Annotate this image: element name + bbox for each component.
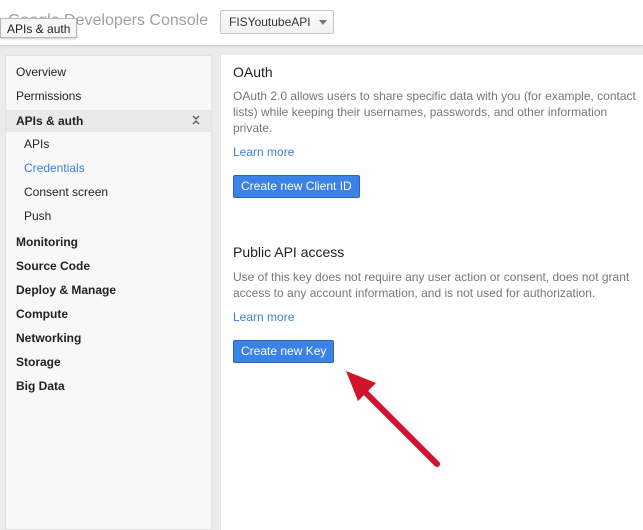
sidebar-item-label: Source Code [16, 259, 91, 273]
top-header: Google Developers Console APIs & auth FI… [0, 0, 643, 46]
sidebar-item-overview[interactable]: Overview [6, 61, 211, 83]
sidebar-item-storage[interactable]: Storage [6, 351, 211, 373]
oauth-learn-more-link[interactable]: Learn more [233, 145, 294, 159]
chevron-down-icon [319, 20, 327, 25]
create-client-id-button[interactable]: Create new Client ID [233, 175, 360, 198]
oauth-description: OAuth 2.0 allows users to share specific… [233, 89, 636, 135]
sidebar-item-label: Credentials [24, 161, 85, 175]
sidebar-item-label: Deploy & Manage [16, 283, 117, 297]
sidebar-item-push[interactable]: Push [6, 205, 211, 227]
sidebar-item-label: Compute [16, 307, 68, 321]
sidebar-item-label: APIs [24, 137, 50, 151]
sidebar-item-label: APIs & auth [16, 114, 84, 128]
project-selector[interactable]: FISYoutubeAPI [220, 10, 334, 34]
sidebar-item-label: Storage [16, 355, 61, 369]
public-api-description: Use of this key does not require any use… [233, 270, 630, 300]
sidebar-item-networking[interactable]: Networking [6, 327, 211, 349]
sidebar-item-label: Overview [16, 65, 67, 79]
public-api-learn-more-link[interactable]: Learn more [233, 310, 294, 324]
sidebar-item-permissions[interactable]: Permissions [6, 85, 211, 107]
sidebar-item-consent-screen[interactable]: Consent screen [6, 181, 211, 203]
sidebar-item-label: Consent screen [24, 185, 109, 199]
sidebar: Overview Permissions APIs & auth APIs Cr… [5, 55, 212, 530]
sidebar-item-label: Big Data [16, 379, 65, 393]
sidebar-item-compute[interactable]: Compute [6, 303, 211, 325]
credentials-panel: OAuth OAuth 2.0 allows users to share sp… [220, 55, 643, 530]
tooltip: APIs & auth [0, 18, 78, 38]
sidebar-item-big-data[interactable]: Big Data [6, 375, 211, 397]
sidebar-item-credentials[interactable]: Credentials [6, 157, 211, 179]
sidebar-item-monitoring[interactable]: Monitoring [6, 231, 211, 253]
sidebar-item-deploy-manage[interactable]: Deploy & Manage [6, 279, 211, 301]
collapse-chevrons-icon[interactable] [191, 113, 201, 127]
sidebar-item-label: Networking [16, 331, 82, 345]
create-new-key-button[interactable]: Create new Key [233, 340, 335, 363]
sidebar-item-apis-auth[interactable]: APIs & auth [6, 110, 211, 132]
sidebar-item-label: Push [24, 209, 52, 223]
sidebar-item-source-code[interactable]: Source Code [6, 255, 211, 277]
oauth-title: OAuth [233, 64, 273, 80]
sidebar-item-label: Monitoring [16, 235, 78, 249]
project-selector-label: FISYoutubeAPI [229, 15, 311, 29]
public-api-title: Public API access [233, 244, 345, 260]
sidebar-item-apis[interactable]: APIs [6, 133, 211, 155]
sidebar-item-label: Permissions [16, 89, 82, 103]
